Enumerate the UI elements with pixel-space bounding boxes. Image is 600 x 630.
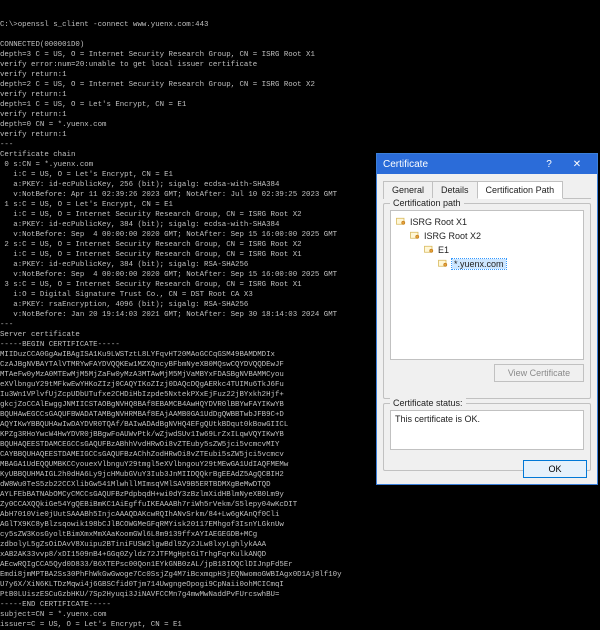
tree-label: ISRG Root X2: [424, 231, 481, 241]
tab-strip: General Details Certification Path: [383, 180, 591, 199]
certificate-icon: [437, 258, 449, 270]
tree-label: E1: [438, 245, 449, 255]
view-certificate-button: View Certificate: [494, 364, 584, 382]
certificate-icon: [423, 244, 435, 256]
help-button[interactable]: ?: [535, 154, 563, 174]
tree-label-selected: *.yuenx.com: [452, 259, 506, 269]
certificate-dialog: Certificate ? ✕ General Details Certific…: [376, 153, 598, 485]
tab-certification-path[interactable]: Certification Path: [477, 181, 564, 199]
ok-button[interactable]: OK: [523, 460, 587, 478]
certificate-status-text: This certificate is OK.: [390, 410, 584, 450]
tree-node-root[interactable]: ISRG Root X1: [395, 215, 579, 229]
dialog-title: Certificate: [383, 159, 428, 170]
tree-label: ISRG Root X1: [410, 217, 467, 227]
tree-node-intermediate[interactable]: ISRG Root X2: [395, 229, 579, 243]
certificate-icon: [409, 230, 421, 242]
cert-chain-tree[interactable]: ISRG Root X1 ISRG Root X2 E1 *.yuenx.com: [390, 210, 584, 360]
group-label-status: Certificate status:: [390, 398, 466, 408]
close-icon: ✕: [573, 159, 581, 170]
group-label-certpath: Certification path: [390, 198, 464, 208]
tab-details[interactable]: Details: [432, 181, 478, 199]
tree-node-issuer[interactable]: E1: [395, 243, 579, 257]
close-button[interactable]: ✕: [563, 154, 591, 174]
command-line: C:\>openssl s_client -connect www.yuenx.…: [0, 20, 600, 30]
certificate-icon: [395, 216, 407, 228]
tab-general[interactable]: General: [383, 181, 433, 199]
certification-path-group: Certification path ISRG Root X1 ISRG Roo…: [383, 203, 591, 399]
titlebar[interactable]: Certificate ? ✕: [377, 154, 597, 174]
tree-node-leaf[interactable]: *.yuenx.com: [395, 257, 579, 271]
dialog-footer: OK: [523, 460, 587, 478]
